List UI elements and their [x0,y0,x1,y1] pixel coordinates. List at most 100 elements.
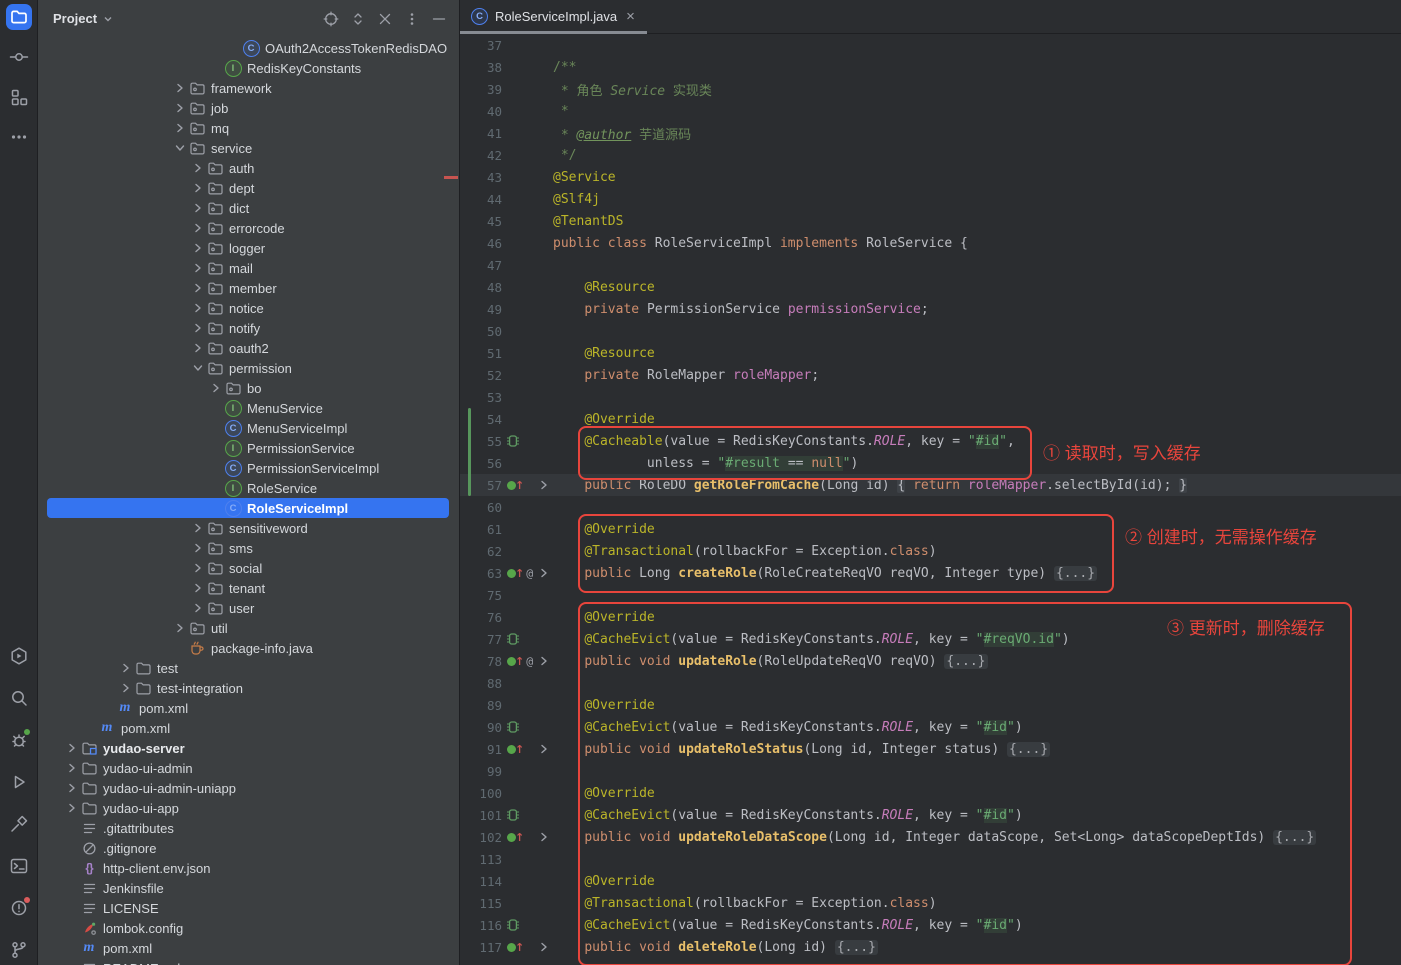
tree-item-job[interactable]: job [37,98,459,118]
tree-item-social[interactable]: social [37,558,459,578]
code-line-44[interactable]: 44@Slf4j [459,188,1401,210]
tree-item-test[interactable]: test [37,658,459,678]
tree-item-oauth2[interactable]: oauth2 [37,338,459,358]
tree-item-pom-xml[interactable]: mpom.xml [37,718,459,738]
tree-item-roleservice[interactable]: IRoleService [37,478,459,498]
tree-item-user[interactable]: user [37,598,459,618]
chevron-right-icon[interactable] [172,101,188,115]
tree-item-menuservice[interactable]: IMenuService [37,398,459,418]
gutter-icons[interactable] [502,632,534,646]
code-line-117[interactable]: 117↑ public void deleteRole(Long id) {..… [459,936,1401,958]
chevron-right-icon[interactable] [190,181,206,195]
code-line-49[interactable]: 49 private PermissionService permissionS… [459,298,1401,320]
tree-item-pom-xml[interactable]: mpom.xml [37,698,459,718]
code-line-40[interactable]: 40 * [459,100,1401,122]
tree-item-permissionservice[interactable]: IPermissionService [37,438,459,458]
code-line-114[interactable]: 114 @Override [459,870,1401,892]
debug-tool-icon[interactable] [6,727,32,753]
chevron-right-icon[interactable] [190,161,206,175]
code-line-45[interactable]: 45@TenantDS [459,210,1401,232]
services-tool-icon[interactable] [6,643,32,669]
tree-item-permission[interactable]: permission [37,358,459,378]
chevron-right-icon[interactable] [190,601,206,615]
code-line-60[interactable]: 60 [459,496,1401,518]
code-line-55[interactable]: 55 @Cacheable(value = RedisKeyConstants.… [459,430,1401,452]
chevron-down-icon[interactable] [190,361,206,375]
code-editor[interactable]: 3738/**39 * 角色 Service 实现类40 *41 * @auth… [459,34,1401,965]
code-line-89[interactable]: 89 @Override [459,694,1401,716]
code-line-51[interactable]: 51 @Resource [459,342,1401,364]
tree-item-yudao-ui-app[interactable]: yudao-ui-app [37,798,459,818]
code-line-54[interactable]: 54 @Override [459,408,1401,430]
code-line-48[interactable]: 48 @Resource [459,276,1401,298]
chevron-right-icon[interactable] [172,81,188,95]
chevron-right-icon[interactable] [190,301,206,315]
code-line-91[interactable]: 91↑ public void updateRoleStatus(Long id… [459,738,1401,760]
code-line-52[interactable]: 52 private RoleMapper roleMapper; [459,364,1401,386]
gutter-icons[interactable]: ↑ [502,743,534,756]
chevron-right-icon[interactable] [208,381,224,395]
structure-tool-icon[interactable] [6,84,32,110]
chevron-down-icon[interactable] [172,141,188,155]
tree-item-member[interactable]: member [37,278,459,298]
tree-item-mail[interactable]: mail [37,258,459,278]
tree-item--gitignore[interactable]: .gitignore [37,838,459,858]
tree-item-yudao-ui-admin-uniapp[interactable]: yudao-ui-admin-uniapp [37,778,459,798]
tree-item--gitattributes[interactable]: .gitattributes [37,818,459,838]
gutter-icons[interactable]: ↑ [502,941,534,954]
search-icon[interactable] [6,685,32,711]
code-line-100[interactable]: 100 @Override [459,782,1401,804]
tree-item-dict[interactable]: dict [37,198,459,218]
gutter-icons[interactable]: ↑ [502,831,534,844]
chevron-right-icon[interactable] [190,521,206,535]
tree-item-yudao-server[interactable]: yudao-server [37,738,459,758]
gutter-icons[interactable] [502,918,534,932]
code-line-43[interactable]: 43@Service [459,166,1401,188]
chevron-right-icon[interactable] [190,201,206,215]
chevron-right-icon[interactable] [190,581,206,595]
tree-item-service[interactable]: service [37,138,459,158]
collapse-all-icon[interactable] [377,11,393,27]
tab-roleserviceimpl[interactable]: C RoleServiceImpl.java × [459,0,647,33]
code-line-38[interactable]: 38/** [459,56,1401,78]
commit-tool-icon[interactable] [6,44,32,70]
tree-item-package-info-java[interactable]: package-info.java [37,638,459,658]
code-line-63[interactable]: 63↑@ public Long createRole(RoleCreateRe… [459,562,1401,584]
more-tools-icon[interactable] [6,124,32,150]
locate-file-icon[interactable] [323,11,339,27]
tree-item-framework[interactable]: framework [37,78,459,98]
chevron-right-icon[interactable] [190,261,206,275]
expand-all-icon[interactable] [350,11,366,27]
tree-item-lombok-config[interactable]: lombok.config [37,918,459,938]
code-line-37[interactable]: 37 [459,34,1401,56]
fold-arrow-icon[interactable] [534,654,553,668]
code-line-42[interactable]: 42 */ [459,144,1401,166]
tree-item-tenant[interactable]: tenant [37,578,459,598]
tree-item-pom-xml[interactable]: mpom.xml [37,938,459,958]
panel-options-icon[interactable] [404,11,420,27]
code-line-90[interactable]: 90 @CacheEvict(value = RedisKeyConstants… [459,716,1401,738]
project-tool-icon[interactable] [6,4,32,30]
chevron-right-icon[interactable] [64,761,80,775]
chevron-right-icon[interactable] [172,621,188,635]
tree-item-http-client-env-json[interactable]: {}http-client.env.json [37,858,459,878]
code-line-50[interactable]: 50 [459,320,1401,342]
chevron-right-icon[interactable] [190,221,206,235]
tree-item-rediskeyconstants[interactable]: IRedisKeyConstants [37,58,459,78]
project-panel-title[interactable]: Project [53,11,97,26]
run-tool-icon[interactable] [6,769,32,795]
tree-item-jenkinsfile[interactable]: Jenkinsfile [37,878,459,898]
chevron-right-icon[interactable] [64,781,80,795]
gutter-icons[interactable] [502,434,534,448]
code-line-102[interactable]: 102↑ public void updateRoleDataScope(Lon… [459,826,1401,848]
fold-arrow-icon[interactable] [534,566,553,580]
tree-item-logger[interactable]: logger [37,238,459,258]
chevron-right-icon[interactable] [118,681,134,695]
chevron-right-icon[interactable] [64,801,80,815]
problems-tool-icon[interactable] [6,895,32,921]
code-line-101[interactable]: 101 @CacheEvict(value = RedisKeyConstant… [459,804,1401,826]
fold-arrow-icon[interactable] [534,478,553,492]
code-line-115[interactable]: 115 @Transactional(rollbackFor = Excepti… [459,892,1401,914]
tree-item-notify[interactable]: notify [37,318,459,338]
fold-arrow-icon[interactable] [534,830,553,844]
